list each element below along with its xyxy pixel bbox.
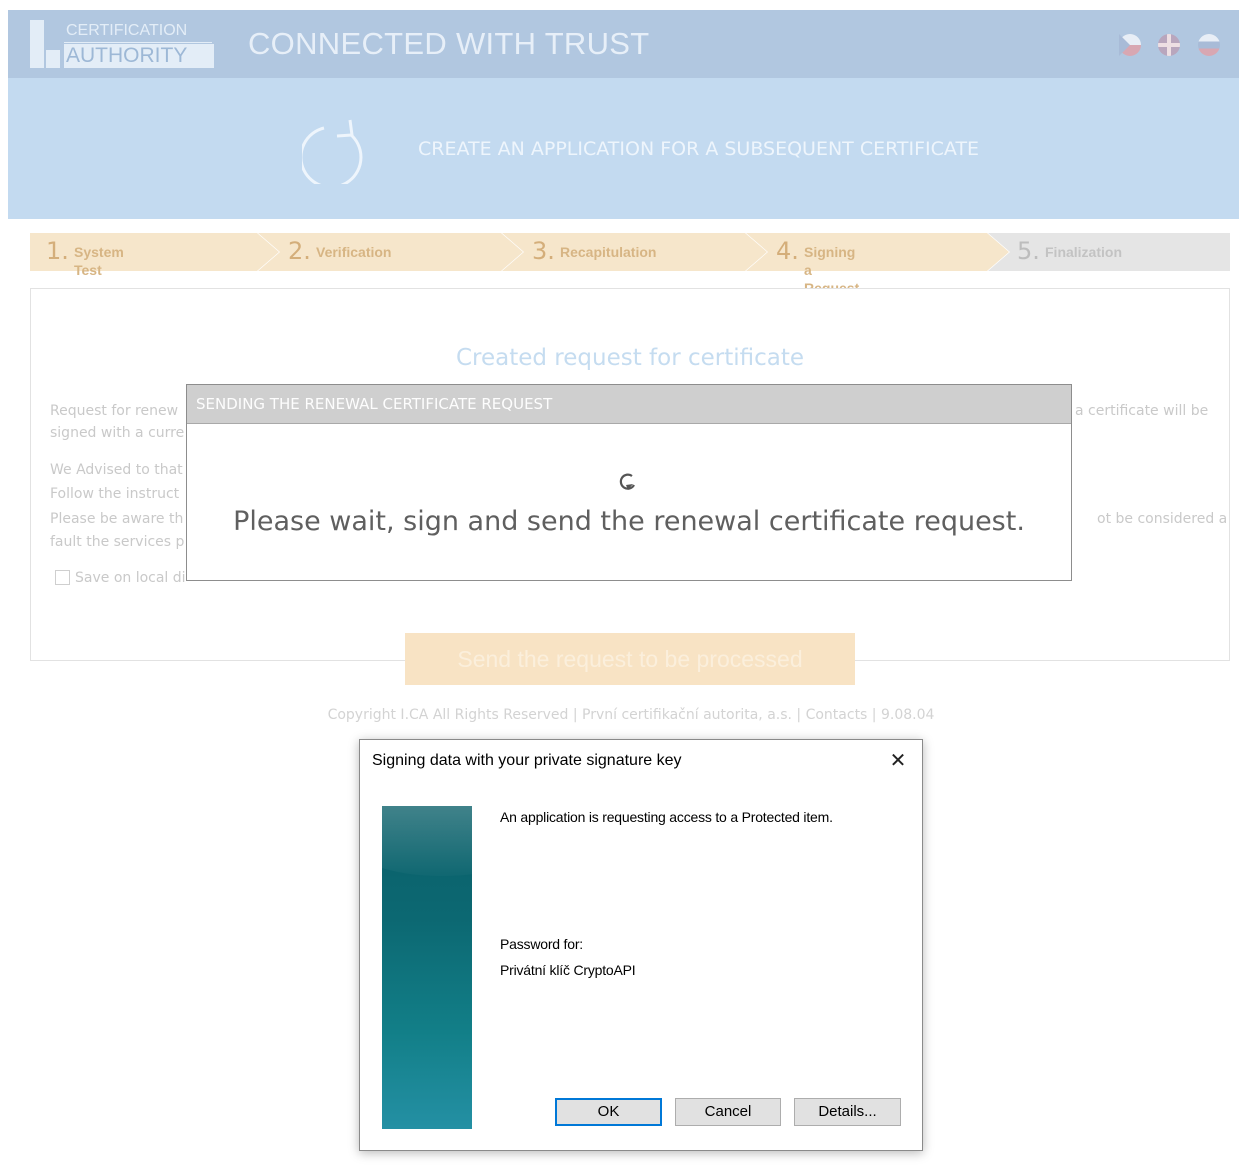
logo-mark <box>30 20 44 68</box>
card-text-line: ot be considered a <box>1097 511 1228 527</box>
ica-logo[interactable]: CERTIFICATION AUTHORITY <box>30 20 214 68</box>
password-for-label: Password for: <box>500 936 583 952</box>
close-icon[interactable]: ✕ <box>882 746 914 774</box>
english-flag-icon[interactable] <box>1158 34 1180 56</box>
details-button[interactable]: Details... <box>794 1098 901 1126</box>
step-number: 5. <box>1017 237 1040 265</box>
card-text-line: Request for renew <box>50 403 179 419</box>
step-label: Finalization <box>1045 244 1122 260</box>
save-local-checkbox[interactable] <box>55 570 70 585</box>
save-local-checkbox-label: Save on local di <box>75 570 186 586</box>
page-banner: CREATE AN APPLICATION FOR A SUBSEQUENT C… <box>8 78 1239 219</box>
loading-spinner-icon <box>619 473 635 490</box>
czech-flag-icon[interactable] <box>1119 34 1141 56</box>
step-number: 1. <box>46 237 69 265</box>
send-request-button[interactable]: Send the request to be processed <box>405 633 855 685</box>
ok-button[interactable]: OK <box>555 1098 662 1126</box>
modal-header: SENDING THE RENEWAL CERTIFICATE REQUEST <box>187 385 1071 424</box>
step-number: 4. <box>776 237 799 265</box>
card-text-line: We Advised to that <box>50 462 183 478</box>
banner-title: CREATE AN APPLICATION FOR A SUBSEQUENT C… <box>418 138 980 160</box>
modal-message: Please wait, sign and send the renewal c… <box>233 506 1025 537</box>
modal-title: SENDING THE RENEWAL CERTIFICATE REQUEST <box>196 395 553 413</box>
dialog-side-image <box>382 806 472 1129</box>
site-tagline: CONNECTED WITH TRUST <box>248 26 650 61</box>
step-label: System Test <box>74 244 124 278</box>
step-label: Verification <box>316 244 392 260</box>
step-number: 2. <box>288 237 311 265</box>
site-header: CERTIFICATION AUTHORITY CONNECTED WITH T… <box>8 10 1239 78</box>
refresh-icon <box>302 119 363 184</box>
dialog-message: An application is requesting access to a… <box>500 809 833 825</box>
russian-flag-icon[interactable] <box>1198 34 1220 56</box>
dialog-title: Signing data with your private signature… <box>372 752 682 769</box>
card-title: Created request for certificate <box>455 345 805 371</box>
step-label: Recapitulation <box>560 244 657 260</box>
page: CERTIFICATION AUTHORITY CONNECTED WITH T… <box>0 0 1247 1175</box>
page-footer: Copyright I.CA All Rights Reserved | Prv… <box>327 707 935 723</box>
card-text-line: Please be aware th <box>50 511 184 527</box>
progress-stepper: 1. System Test 2. Verification 3. Recapi… <box>30 233 1230 296</box>
sending-request-modal: SENDING THE RENEWAL CERTIFICATE REQUEST … <box>186 384 1072 581</box>
card-text-line: fault the services p <box>50 534 185 550</box>
windows-security-dialog: Signing data with your private signature… <box>359 739 923 1151</box>
cancel-button[interactable]: Cancel <box>675 1098 781 1126</box>
logo-text-top: CERTIFICATION <box>64 20 212 43</box>
logo-mark-square <box>46 50 60 68</box>
card-text-line: Follow the instruct <box>50 486 180 502</box>
card-text-line: a certificate will be <box>1075 403 1209 419</box>
card-text-line: signed with a curre <box>50 425 185 441</box>
logo-text-bottom: AUTHORITY <box>64 44 214 68</box>
step-number: 3. <box>532 237 555 265</box>
key-name: Privátní klíč CryptoAPI <box>500 962 636 978</box>
